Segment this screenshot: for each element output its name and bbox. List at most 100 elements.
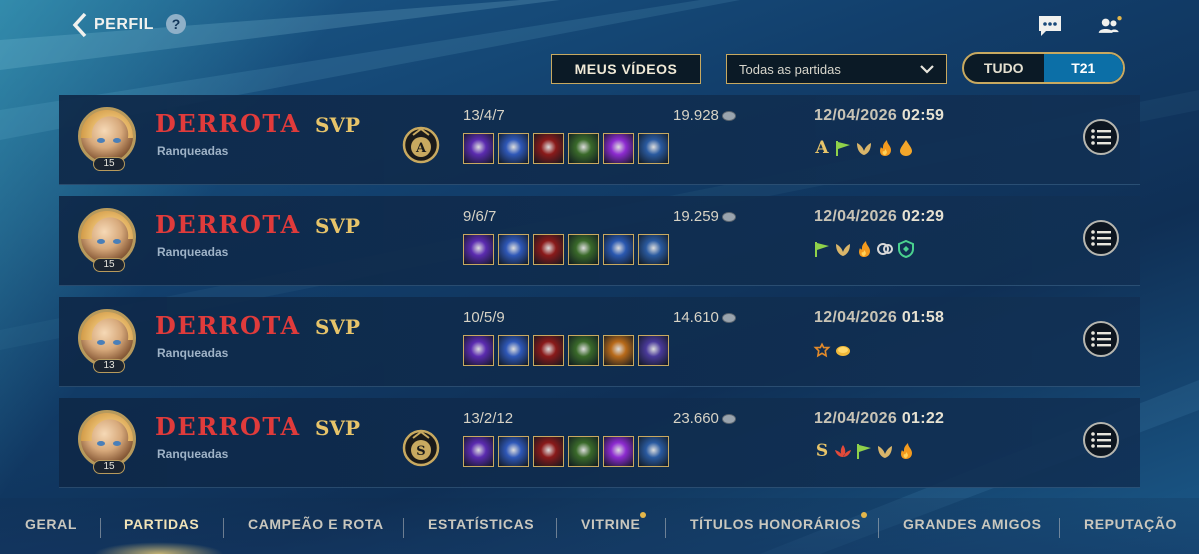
help-icon[interactable]: ? xyxy=(166,14,186,34)
item-slot[interactable] xyxy=(603,234,634,265)
match-result: DERROTA xyxy=(155,109,301,138)
item-slot[interactable] xyxy=(568,436,599,467)
achievement-badges xyxy=(813,341,852,359)
notification-dot xyxy=(861,512,868,518)
tab-vitrine[interactable]: VITRINE xyxy=(581,512,647,532)
segment-t21[interactable]: T21 xyxy=(1043,54,1123,82)
item-slot[interactable] xyxy=(533,133,564,164)
item-slot[interactable] xyxy=(638,133,669,164)
item-slot[interactable] xyxy=(498,335,529,366)
match-datetime: 12/04/2026 01:22 xyxy=(814,410,944,428)
match-row[interactable]: 13 DERROTA Ranqueadas SVP 10/5/9 14.610 … xyxy=(59,297,1140,387)
match-details-button[interactable] xyxy=(1083,321,1119,357)
achievement-badges: A xyxy=(813,138,915,158)
tab-campeao-e-rota[interactable]: CAMPEÃO E ROTA xyxy=(248,516,384,532)
season-toggle: TUDO T21 xyxy=(962,52,1125,84)
tab-partidas[interactable]: PARTIDAS xyxy=(124,516,199,532)
item-slot[interactable] xyxy=(533,234,564,265)
item-slot[interactable] xyxy=(463,436,494,467)
match-result: DERROTA xyxy=(155,311,301,340)
rank-medal-icon: S xyxy=(402,429,440,467)
achievement-badges xyxy=(813,240,915,258)
item-slot[interactable] xyxy=(603,335,634,366)
match-details-button[interactable] xyxy=(1083,220,1119,256)
my-videos-button[interactable]: MEUS VÍDEOS xyxy=(551,54,701,84)
tab-divider xyxy=(665,518,666,538)
queue-type: Ranqueadas xyxy=(157,245,229,259)
kda: 13/4/7 xyxy=(463,107,505,124)
fire-icon xyxy=(897,442,915,460)
match-date: 12/04/2026 xyxy=(814,410,898,427)
chat-icon[interactable] xyxy=(1037,14,1063,38)
item-build xyxy=(463,234,669,265)
flag-icon xyxy=(834,139,852,157)
tab-divider xyxy=(1059,518,1060,538)
gold-icon xyxy=(721,211,736,222)
back-button[interactable]: PERFIL xyxy=(72,12,154,38)
tab-divider xyxy=(100,518,101,538)
match-date: 12/04/2026 xyxy=(814,309,898,326)
match-time: 01:58 xyxy=(901,309,945,326)
match-row[interactable]: 15 DERROTA Ranqueadas SVP 9/6/7 19.259 1… xyxy=(59,196,1140,286)
chevron-down-icon xyxy=(920,65,934,74)
tab-divider xyxy=(556,518,557,538)
queue-type: Ranqueadas xyxy=(157,346,229,360)
friends-icon[interactable] xyxy=(1097,14,1123,38)
item-slot[interactable] xyxy=(463,234,494,265)
item-slot[interactable] xyxy=(498,133,529,164)
crest-icon xyxy=(813,341,831,359)
item-slot[interactable] xyxy=(463,335,494,366)
svp-tag: SVP xyxy=(315,113,360,137)
item-slot[interactable] xyxy=(533,335,564,366)
tab-geral[interactable]: GERAL xyxy=(25,516,77,532)
tab-divider xyxy=(878,518,879,538)
flame-drop-icon xyxy=(897,139,915,157)
match-details-button[interactable] xyxy=(1083,422,1119,458)
item-slot[interactable] xyxy=(603,436,634,467)
segment-all[interactable]: TUDO xyxy=(964,54,1044,82)
item-slot[interactable] xyxy=(498,234,529,265)
list-menu-icon xyxy=(1091,331,1111,347)
back-label: PERFIL xyxy=(94,16,154,33)
wings-icon xyxy=(876,442,894,460)
item-slot[interactable] xyxy=(568,335,599,366)
fire-icon xyxy=(876,139,894,157)
item-slot[interactable] xyxy=(568,133,599,164)
tab-reputacao[interactable]: REPUTAÇÃO xyxy=(1084,516,1177,532)
item-slot[interactable] xyxy=(463,133,494,164)
queue-type: Ranqueadas xyxy=(157,144,229,158)
item-slot[interactable] xyxy=(533,436,564,467)
match-details-button[interactable] xyxy=(1083,119,1119,155)
item-slot[interactable] xyxy=(638,234,669,265)
tab-divider xyxy=(403,518,404,538)
match-time: 02:29 xyxy=(901,208,945,225)
svp-tag: SVP xyxy=(315,315,360,339)
gold-icon xyxy=(721,110,736,121)
tab-titulos-honorarios[interactable]: TÍTULOS HONORÁRIOS xyxy=(690,512,868,532)
gold-earned: 14.610 xyxy=(673,309,736,326)
item-slot[interactable] xyxy=(568,234,599,265)
match-row[interactable]: 15 DERROTA Ranqueadas SVP A 13/4/7 19.92… xyxy=(59,95,1140,185)
wings-icon xyxy=(834,240,852,258)
match-time: 01:22 xyxy=(901,410,945,427)
item-slot[interactable] xyxy=(603,133,634,164)
item-slot[interactable] xyxy=(498,436,529,467)
item-slot[interactable] xyxy=(638,335,669,366)
rank-medal-letter: A xyxy=(415,141,427,156)
tab-grandes-amigos[interactable]: GRANDES AMIGOS xyxy=(903,516,1042,532)
svp-tag: SVP xyxy=(315,214,360,238)
tab-estatisticas[interactable]: ESTATÍSTICAS xyxy=(428,516,534,532)
item-build xyxy=(463,335,669,366)
champion-level: 15 xyxy=(93,258,125,272)
item-slot[interactable] xyxy=(638,436,669,467)
match-row[interactable]: 15 DERROTA Ranqueadas SVP S 13/2/12 23.6… xyxy=(59,398,1140,488)
kda: 10/5/9 xyxy=(463,309,505,326)
gold-value: 19.259 xyxy=(673,208,719,225)
match-filter-value: Todas as partidas xyxy=(739,61,841,77)
flag-icon xyxy=(813,240,831,258)
match-filter-select[interactable]: Todas as partidas xyxy=(726,54,947,84)
tab-titulos-label: TÍTULOS HONORÁRIOS xyxy=(690,516,862,532)
chevron-left-icon xyxy=(72,12,87,38)
gold-icon xyxy=(721,413,736,424)
fire-icon xyxy=(855,240,873,258)
